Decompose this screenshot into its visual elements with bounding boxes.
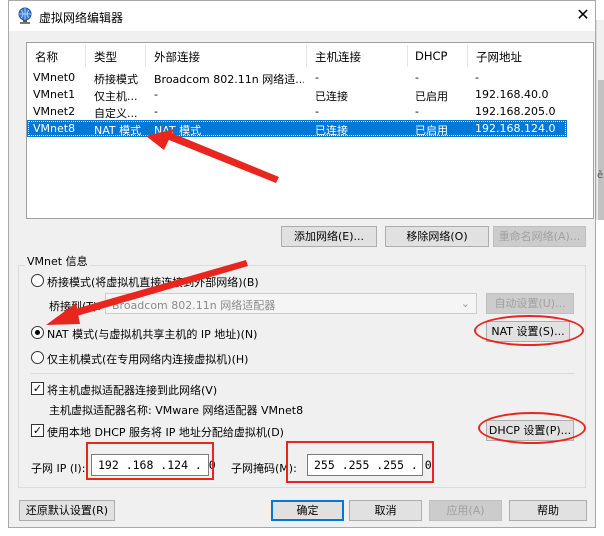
auto-settings-button[interactable]: 自动设置(U)... xyxy=(486,293,574,314)
cell-name: VMnet2 xyxy=(33,105,76,118)
close-icon[interactable]: ✕ xyxy=(573,5,593,24)
cell-dhcp: 已启用 xyxy=(415,90,448,103)
cell-external: NAT 模式 xyxy=(154,124,202,137)
cell-subnet: - xyxy=(475,71,479,84)
col-header-type[interactable]: 类型 xyxy=(94,49,117,65)
col-header-name[interactable]: 名称 xyxy=(35,49,58,65)
cell-name: VMnet8 xyxy=(33,122,76,135)
col-header-dhcp[interactable]: DHCP xyxy=(415,49,447,63)
ok-button[interactable]: 确定 xyxy=(271,500,344,521)
network-list[interactable]: 名称 类型 外部连接 主机连接 DHCP 子网地址 VMnet0 桥接模式 Br… xyxy=(26,42,594,219)
cell-dhcp: - xyxy=(415,105,419,118)
bridge-mode-label[interactable]: 桥接模式(将虚拟机直接连接到外部网络)(B) xyxy=(47,274,259,290)
cell-name: VMnet1 xyxy=(33,88,76,101)
annotation-circle-dhcp-settings xyxy=(478,412,586,444)
bridge-mode-radio[interactable] xyxy=(31,274,44,287)
chevron-down-icon: ⌄ xyxy=(460,297,470,310)
connect-adapter-label[interactable]: 将主机虚拟适配器连接到此网络(V) xyxy=(47,382,217,398)
cancel-button[interactable]: 取消 xyxy=(349,500,422,521)
scrollbar-thumb xyxy=(598,80,604,220)
vmnet-info-label: VMnet 信息 xyxy=(25,253,90,269)
cell-external: - xyxy=(154,88,158,101)
cell-type: 自定义... xyxy=(94,107,138,120)
cell-host: 已连接 xyxy=(315,90,348,103)
cell-type: 仅主机... xyxy=(94,90,138,103)
cell-subnet: 192.168.205.0 xyxy=(475,105,556,118)
radio-selected-dot xyxy=(35,330,40,335)
subnet-ip-label: 子网 IP (I): xyxy=(31,462,86,475)
adapter-name-text: 主机虚拟适配器名称: VMware 网络适配器 VMnet8 xyxy=(49,404,304,417)
cell-subnet: 192.168.124.0 xyxy=(475,122,556,135)
add-network-button[interactable]: 添加网络(E)... xyxy=(281,226,377,247)
cell-host: - xyxy=(315,105,319,118)
cell-name: VMnet0 xyxy=(33,71,76,84)
host-only-radio[interactable] xyxy=(31,351,44,364)
apply-button[interactable]: 应用(A) xyxy=(429,500,502,521)
window-title: 虚拟网络编辑器 xyxy=(39,11,124,25)
nat-mode-radio[interactable] xyxy=(31,326,44,339)
background-window-glyph: ě xyxy=(597,170,604,181)
title-bar: 虚拟网络编辑器 ✕ xyxy=(9,1,595,31)
cell-host: 已连接 xyxy=(315,124,348,137)
col-header-host[interactable]: 主机连接 xyxy=(315,49,361,65)
restore-defaults-button[interactable]: 还原默认设置(R) xyxy=(19,500,115,521)
cell-host: - xyxy=(315,71,319,84)
dhcp-checkbox[interactable]: ✓ xyxy=(31,424,44,437)
connect-adapter-checkbox[interactable]: ✓ xyxy=(31,382,44,395)
divider xyxy=(31,373,575,374)
col-header-external[interactable]: 外部连接 xyxy=(154,49,200,65)
cell-dhcp: 已启用 xyxy=(415,124,448,137)
table-row-selected[interactable]: VMnet8 NAT 模式 NAT 模式 已连接 已启用 192.168.124… xyxy=(27,120,567,137)
rename-network-button[interactable]: 重命名网络(A)... xyxy=(493,226,586,247)
dhcp-label[interactable]: 使用本地 DHCP 服务将 IP 地址分配给虚拟机(D) xyxy=(47,424,284,440)
table-row[interactable]: VMnet2 自定义... - - - 192.168.205.0 xyxy=(27,103,593,120)
cell-type: NAT 模式 xyxy=(94,124,142,137)
bridge-to-select[interactable]: Broadcom 802.11n 网络适配器 ⌄ xyxy=(105,293,477,314)
host-only-label[interactable]: 仅主机模式(在专用网络内连接虚拟机)(H) xyxy=(47,351,248,367)
network-globe-icon xyxy=(18,7,32,24)
annotation-circle-nat-settings xyxy=(474,315,584,346)
bridge-to-label: 桥接到(T): xyxy=(49,300,102,313)
help-button[interactable]: 帮助 xyxy=(509,500,587,521)
annotation-box-subnet-mask xyxy=(286,441,434,483)
cell-subnet: 192.168.40.0 xyxy=(475,88,549,101)
cell-dhcp: - xyxy=(415,71,419,84)
background-scrollbar xyxy=(596,20,604,220)
cell-external: - xyxy=(154,105,158,118)
nat-mode-label[interactable]: NAT 模式(与虚拟机共享主机的 IP 地址)(N) xyxy=(47,326,257,342)
list-header: 名称 类型 外部连接 主机连接 DHCP 子网地址 xyxy=(27,43,593,69)
col-header-subnet[interactable]: 子网地址 xyxy=(476,49,522,65)
bridge-to-value: Broadcom 802.11n 网络适配器 xyxy=(112,299,276,312)
remove-network-button[interactable]: 移除网络(O) xyxy=(385,226,489,247)
cell-type: 桥接模式 xyxy=(94,73,138,86)
cell-external: Broadcom 802.11n 网络适... xyxy=(154,73,304,86)
table-row[interactable]: VMnet1 仅主机... - 已连接 已启用 192.168.40.0 xyxy=(27,86,593,103)
table-row[interactable]: VMnet0 桥接模式 Broadcom 802.11n 网络适... - - … xyxy=(27,69,593,86)
annotation-box-subnet-ip xyxy=(86,442,214,480)
